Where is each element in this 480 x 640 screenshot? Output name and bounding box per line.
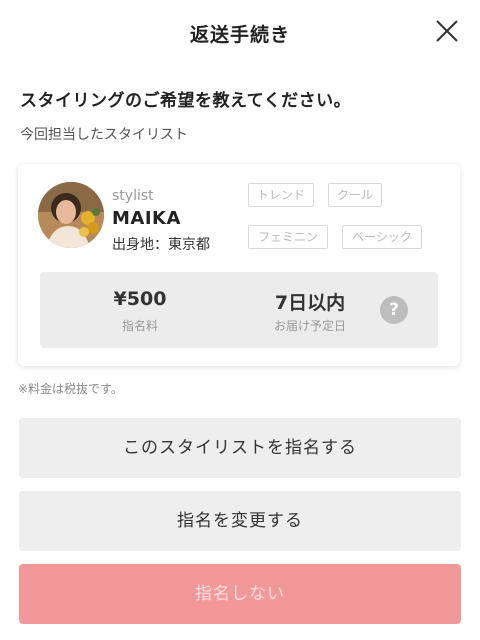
stylist-birthplace: 出身地：東京都	[112, 237, 210, 253]
avatar	[38, 182, 104, 248]
delivery-estimate-label: お届け予定日	[273, 319, 346, 333]
section-subheading: 今回担当したスタイリスト	[20, 127, 188, 143]
no-nomination-button[interactable]: 指名しない	[19, 564, 461, 624]
help-icon[interactable]: ?	[380, 296, 408, 324]
avatar-photo	[38, 182, 104, 248]
stylist-role-label: stylist	[112, 188, 154, 204]
section-heading: スタイリングのご希望を教えてください。	[20, 91, 352, 111]
header: 返送手続き	[0, 0, 480, 64]
stylist-card: stylist MAIKA 出身地：東京都 トレンド クール フェミニン ベーシ…	[18, 164, 460, 366]
page-title: 返送手続き	[189, 24, 290, 46]
nomination-info-box: ¥500 指名料 7日以内 お届け予定日 ?	[40, 272, 438, 348]
style-tag-cool: クール	[328, 183, 382, 207]
stylist-name: MAIKA	[112, 208, 181, 229]
close-button[interactable]	[434, 18, 460, 44]
close-icon	[436, 20, 458, 42]
change-nomination-button[interactable]: 指名を変更する	[19, 491, 461, 551]
style-tag-feminine: フェミニン	[248, 225, 328, 249]
nominate-stylist-button[interactable]: このスタイリストを指名する	[19, 418, 461, 478]
style-tag-trend: トレンド	[248, 183, 314, 207]
tax-note: ※料金は税抜です。	[18, 382, 123, 396]
style-tag-basic: ベーシック	[342, 225, 422, 249]
